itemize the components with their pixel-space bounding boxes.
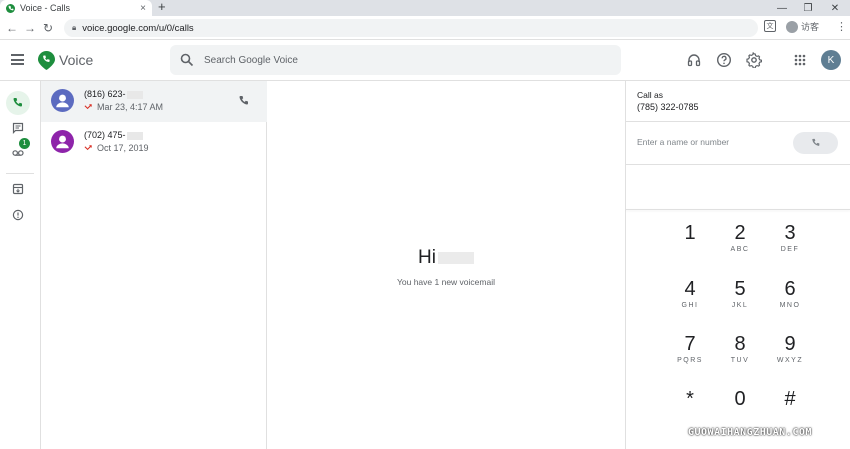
nav-calls[interactable] [6,91,30,115]
tab-close-icon[interactable]: × [140,3,146,14]
greeting: Hi [267,247,625,269]
restore-button[interactable]: ❐ [796,0,820,16]
dialpad-key-8[interactable]: 8 TUV [720,332,760,378]
minimize-button[interactable]: — [770,0,794,16]
call-as-number[interactable]: (785) 322-0785 [637,102,699,112]
profile-label: 访客 [801,22,820,32]
nav-messages[interactable] [6,116,30,140]
main-menu-icon[interactable] [11,54,24,65]
missed-call-icon [84,103,92,109]
person-icon [56,135,69,149]
browser-toolbar: ← → ↻ 🔒︎ voice.google.com/u/0/calls 文 访客… [0,16,850,40]
missed-call-icon [84,144,92,150]
archive-icon [12,183,24,195]
nav-archive[interactable] [6,177,30,201]
voicemail-badge: 1 [19,138,30,149]
search-bar[interactable] [170,45,621,75]
tab-title: Voice - Calls [20,3,71,13]
url-bar[interactable]: 🔒︎ voice.google.com/u/0/calls [64,19,758,37]
phone-icon [811,138,819,146]
browser-tab[interactable]: Voice - Calls × [0,0,152,16]
dial-call-button[interactable] [793,132,838,154]
call-list: (816) 623- Mar 23, 4:17 AM (702) 475- Oc [41,81,267,449]
dialer-panel: Call as (785) 322-0785 1 2ABC 3DEF 4GHI … [625,81,850,449]
support-headset-icon[interactable] [686,52,702,68]
dialpad-key-5[interactable]: 5 JKL [720,277,760,323]
dialpad-key-9[interactable]: 9 WXYZ [770,332,810,378]
voice-favicon-icon [6,3,15,13]
back-button[interactable]: ← [6,21,18,35]
account-avatar[interactable]: K [821,50,841,70]
call-date: Oct 17, 2019 [97,143,149,153]
browser-tabstrip: Voice - Calls × + — ❐ ✕ [0,0,850,16]
dialpad-key-4[interactable]: 4 GHI [670,277,710,323]
call-meta: Oct 17, 2019 [84,143,149,153]
dialpad-key-2[interactable]: 2 ABC [720,221,760,267]
search-icon [180,53,194,67]
message-icon [12,122,24,134]
watermark: GUOWAIHANGZHUAN.COM [688,427,812,438]
dialpad-key-3[interactable]: 3 DEF [770,221,810,267]
nav-spam[interactable] [6,203,30,227]
person-icon [56,94,69,108]
dialpad-key-6[interactable]: 6 MNO [770,277,810,323]
call-list-item[interactable]: (816) 623- Mar 23, 4:17 AM [41,81,267,122]
call-meta: Mar 23, 4:17 AM [84,102,163,112]
translate-icon[interactable]: 文 [764,20,776,32]
apps-grid-icon[interactable] [792,52,808,68]
voicemail-notice: You have 1 new voicemail [397,277,495,287]
search-input[interactable] [204,54,584,66]
blurred-name [437,251,474,264]
nav-voicemail[interactable]: 1 [6,138,30,164]
spam-alert-icon [12,209,24,221]
app-title: Voice [59,52,94,68]
forward-button[interactable]: → [24,21,36,35]
dialpad-key-7[interactable]: 7 PQRS [670,332,710,378]
main-content: Hi You have 1 new voicemail [267,81,625,449]
settings-gear-icon[interactable] [746,52,762,68]
close-window-button[interactable]: ✕ [823,0,847,16]
nav-rail: 1 [0,81,41,449]
app-header: Voice K [0,40,850,81]
help-icon[interactable] [716,52,732,68]
call-number: (816) 623- [84,89,143,99]
lock-icon: 🔒︎ [72,23,77,32]
dialpad-key-1[interactable]: 1 [670,221,710,267]
dial-number-input[interactable] [637,137,787,147]
call-list-item[interactable]: (702) 475- Oct 17, 2019 [41,122,267,163]
url-text: voice.google.com/u/0/calls [82,22,194,34]
reload-button[interactable]: ↻ [43,21,53,35]
call-date: Mar 23, 4:17 AM [97,102,164,112]
call-as-label: Call as [637,90,663,100]
contact-avatar [51,89,74,112]
profile-icon [786,20,798,33]
new-tab-button[interactable]: + [158,0,166,16]
browser-menu-icon[interactable]: ⋮ [836,20,847,33]
voice-logo-icon [38,51,55,70]
rail-divider [6,173,34,174]
phone-icon [13,98,22,107]
contact-avatar [51,130,74,153]
call-back-phone-icon[interactable] [238,95,250,107]
profile-button[interactable]: 访客 [786,20,819,33]
call-number: (702) 475- [84,130,143,140]
